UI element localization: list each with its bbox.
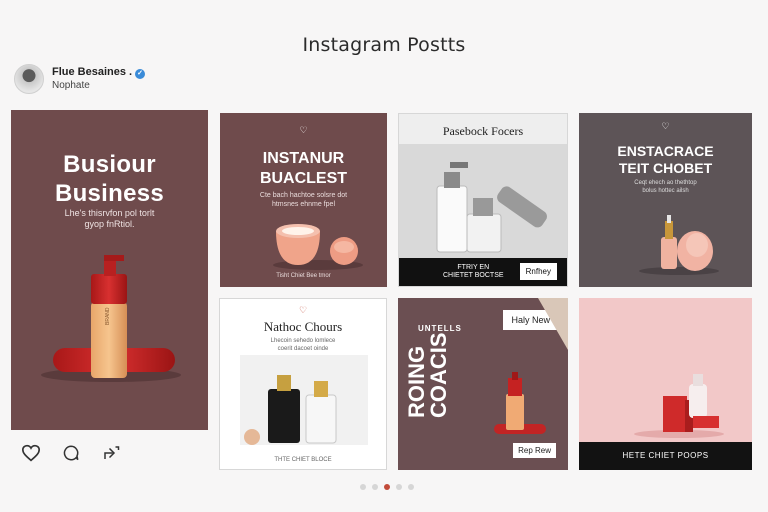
- carousel-dot[interactable]: [360, 484, 366, 490]
- carousel-dot[interactable]: [408, 484, 414, 490]
- post-tile-3[interactable]: ♡ ENSTACRACE TEIT CHOBET Ceqt ehech ao t…: [579, 113, 752, 287]
- page: Instagram Postts Flue Besaines . ✓ Nophat…: [0, 0, 768, 512]
- profile-name-row[interactable]: Flue Besaines . ✓: [52, 66, 146, 79]
- tile2-bar-text: FTRIY EN CHIETET BOCTSE: [443, 264, 504, 279]
- share-icon[interactable]: [100, 442, 122, 464]
- carousel-dot-active[interactable]: [384, 484, 390, 490]
- profile-subtitle: Nophate: [52, 80, 90, 91]
- post-tile-4[interactable]: ♡ Nathoc Chours Lhecoin sehedo lomlece c…: [219, 298, 387, 470]
- cream-jar-image: [273, 224, 363, 270]
- tile6-bar-text[interactable]: HETE CHIET POOPS: [579, 451, 752, 460]
- heart-icon[interactable]: [20, 442, 42, 464]
- post-actions: [20, 442, 122, 464]
- main-post[interactable]: Busiour Business Lhe's thisrvfon pol tor…: [11, 110, 208, 430]
- tile2-cta-button[interactable]: Rnfhey: [519, 263, 557, 280]
- page-title: Instagram Postts: [302, 34, 466, 56]
- carousel-dot[interactable]: [396, 484, 402, 490]
- perfume-bottles-image: [240, 355, 368, 445]
- tile1-footer: Tisht Chiet Bee tmor: [276, 273, 331, 279]
- pump-bottle-image: BRAND: [41, 255, 181, 382]
- tile4-footer: THTE CHIET BLOCE: [274, 457, 332, 463]
- profile-name[interactable]: Flue Besaines .: [52, 66, 132, 78]
- carousel-dots: [360, 484, 414, 490]
- tile5-badge-bottom[interactable]: Rep Rew: [513, 443, 556, 458]
- post-tile-2[interactable]: Pasebock Focers FTRIY EN CHIETET BOCTSE …: [398, 113, 568, 287]
- post-tile-5[interactable]: UNTELLS Haly New ROING COACIS Rep Rew: [398, 298, 568, 470]
- comment-icon[interactable]: [60, 442, 82, 464]
- verified-badge-icon: ✓: [135, 69, 146, 79]
- tile2-cta-bar: FTRIY EN CHIETET BOCTSE Rnfhey: [399, 258, 567, 286]
- avatar[interactable]: [14, 64, 44, 94]
- dropper-bottle-image: [639, 215, 719, 275]
- profile-header[interactable]: Flue Besaines . ✓ Nophate: [14, 64, 146, 94]
- post-tile-1[interactable]: ♡ INSTANUR BUACLEST Cte bach hachtoe sol…: [220, 113, 387, 287]
- svg-text:BRAND: BRAND: [105, 307, 111, 325]
- post-tile-6[interactable]: HETE CHIET POOPS: [579, 298, 752, 470]
- carousel-dot[interactable]: [372, 484, 378, 490]
- tile6-cta-bar: HETE CHIET POOPS: [579, 442, 752, 470]
- profile-text: Flue Besaines . ✓ Nophate: [52, 66, 146, 92]
